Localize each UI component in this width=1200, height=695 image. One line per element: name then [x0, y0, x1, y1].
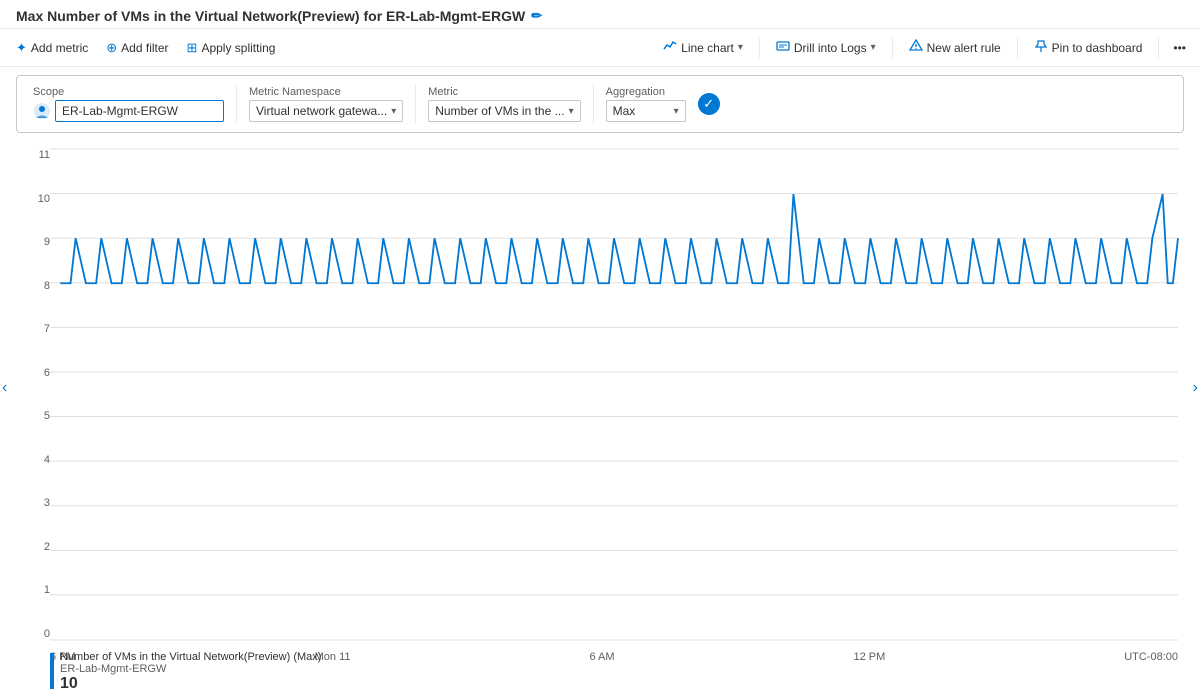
chart-svg: [50, 149, 1178, 640]
namespace-arrow: ▾: [391, 106, 396, 117]
metric-group: Metric Number of VMs in the ... ▾: [428, 86, 580, 122]
aggregation-arrow: ▾: [674, 106, 679, 117]
nav-right-button[interactable]: ›: [1193, 379, 1198, 397]
y-axis: 11 10 9 8 7 6 5 4 3 2 1 0: [16, 149, 50, 640]
metric-arrow: ▾: [569, 106, 574, 117]
toolbar: ✦ Add metric ⊕ Add filter ⊞ Apply splitt…: [0, 29, 1200, 67]
title-text: Max Number of VMs in the Virtual Network…: [16, 8, 525, 24]
namespace-label: Metric Namespace: [249, 86, 403, 98]
line-chart-label: Line chart: [681, 41, 734, 55]
add-metric-button[interactable]: ✦ Add metric: [8, 36, 96, 60]
toolbar-right: Line chart ▾ Drill into Logs ▾ New alert…: [655, 35, 1192, 60]
drill-logs-icon: [776, 39, 790, 56]
toolbar-divider-3: [1017, 38, 1018, 58]
add-filter-icon: ⊕: [106, 40, 117, 56]
line-chart-chevron: ▾: [738, 42, 743, 53]
namespace-group: Metric Namespace Virtual network gatewa.…: [249, 86, 403, 122]
metric-sep-2: [415, 84, 416, 124]
toolbar-divider-2: [892, 38, 893, 58]
add-metric-icon: ✦: [16, 40, 27, 56]
line-chart-button[interactable]: Line chart ▾: [655, 35, 751, 60]
confirm-button[interactable]: ✓: [698, 93, 720, 115]
toolbar-left: ✦ Add metric ⊕ Add filter ⊞ Apply splitt…: [8, 36, 283, 60]
chart-area: ‹ › 11 10 9 8 7 6: [0, 141, 1200, 695]
aggregation-dropdown[interactable]: Max ▾: [606, 100, 686, 122]
toolbar-divider-4: [1158, 38, 1159, 58]
drill-logs-label: Drill into Logs: [794, 41, 867, 55]
page-header: Max Number of VMs in the Virtual Network…: [0, 0, 1200, 29]
legend-item: Number of VMs in the Virtual Network(Pre…: [50, 651, 321, 693]
y-label-11: 11: [39, 149, 50, 161]
metric-sep-3: [593, 84, 594, 124]
new-alert-label: New alert rule: [927, 41, 1001, 55]
chart-legend: Number of VMs in the Virtual Network(Pre…: [50, 651, 321, 693]
toolbar-divider-1: [759, 38, 760, 58]
add-metric-label: Add metric: [31, 41, 88, 55]
namespace-dropdown[interactable]: Virtual network gatewa... ▾: [249, 100, 403, 122]
namespace-value: Virtual network gatewa...: [256, 104, 387, 118]
aggregation-value: Max: [613, 104, 670, 118]
metric-sep-1: [236, 84, 237, 124]
scope-label: Scope: [33, 86, 224, 98]
pin-dashboard-label: Pin to dashboard: [1052, 41, 1143, 55]
more-options-icon: •••: [1173, 41, 1186, 55]
apply-splitting-button[interactable]: ⊞ Apply splitting: [179, 36, 284, 60]
metrics-bar: Scope Metric Namespace Virtual network g…: [16, 75, 1184, 133]
drill-logs-button[interactable]: Drill into Logs ▾: [768, 35, 884, 60]
line-chart-icon: [663, 39, 677, 56]
legend-subtitle: ER-Lab-Mgmt-ERGW: [60, 663, 321, 675]
x-label-6am: 6 AM: [589, 651, 614, 663]
legend-color-bar: [50, 653, 54, 689]
pin-dashboard-button[interactable]: Pin to dashboard: [1026, 35, 1151, 60]
pin-dashboard-icon: [1034, 39, 1048, 56]
x-label-12pm: 12 PM: [853, 651, 885, 663]
page-title: Max Number of VMs in the Virtual Network…: [16, 8, 542, 24]
add-filter-button[interactable]: ⊕ Add filter: [98, 36, 176, 60]
y-label-10: 10: [38, 193, 50, 205]
aggregation-label: Aggregation: [606, 86, 686, 98]
legend-title: Number of VMs in the Virtual Network(Pre…: [60, 651, 321, 663]
drill-logs-chevron: ▾: [871, 42, 876, 53]
edit-icon[interactable]: ✏: [531, 8, 542, 24]
apply-splitting-label: Apply splitting: [201, 41, 275, 55]
metric-dropdown[interactable]: Number of VMs in the ... ▾: [428, 100, 580, 122]
aggregation-group: Aggregation Max ▾: [606, 86, 686, 122]
page-container: Max Number of VMs in the Virtual Network…: [0, 0, 1200, 695]
add-filter-label: Add filter: [121, 41, 168, 55]
apply-splitting-icon: ⊞: [187, 40, 198, 56]
scope-icon: [33, 102, 51, 120]
x-label-utc: UTC-08:00: [1124, 651, 1178, 663]
more-options-button[interactable]: •••: [1167, 37, 1192, 59]
legend-text-group: Number of VMs in the Virtual Network(Pre…: [60, 651, 321, 693]
metric-label: Metric: [428, 86, 580, 98]
new-alert-button[interactable]: New alert rule: [901, 35, 1009, 60]
nav-left-button[interactable]: ‹: [2, 379, 7, 397]
legend-value: 10: [60, 675, 321, 693]
scope-group: Scope: [33, 86, 224, 122]
new-alert-icon: [909, 39, 923, 56]
metric-value: Number of VMs in the ...: [435, 104, 564, 118]
scope-input[interactable]: [55, 100, 224, 122]
